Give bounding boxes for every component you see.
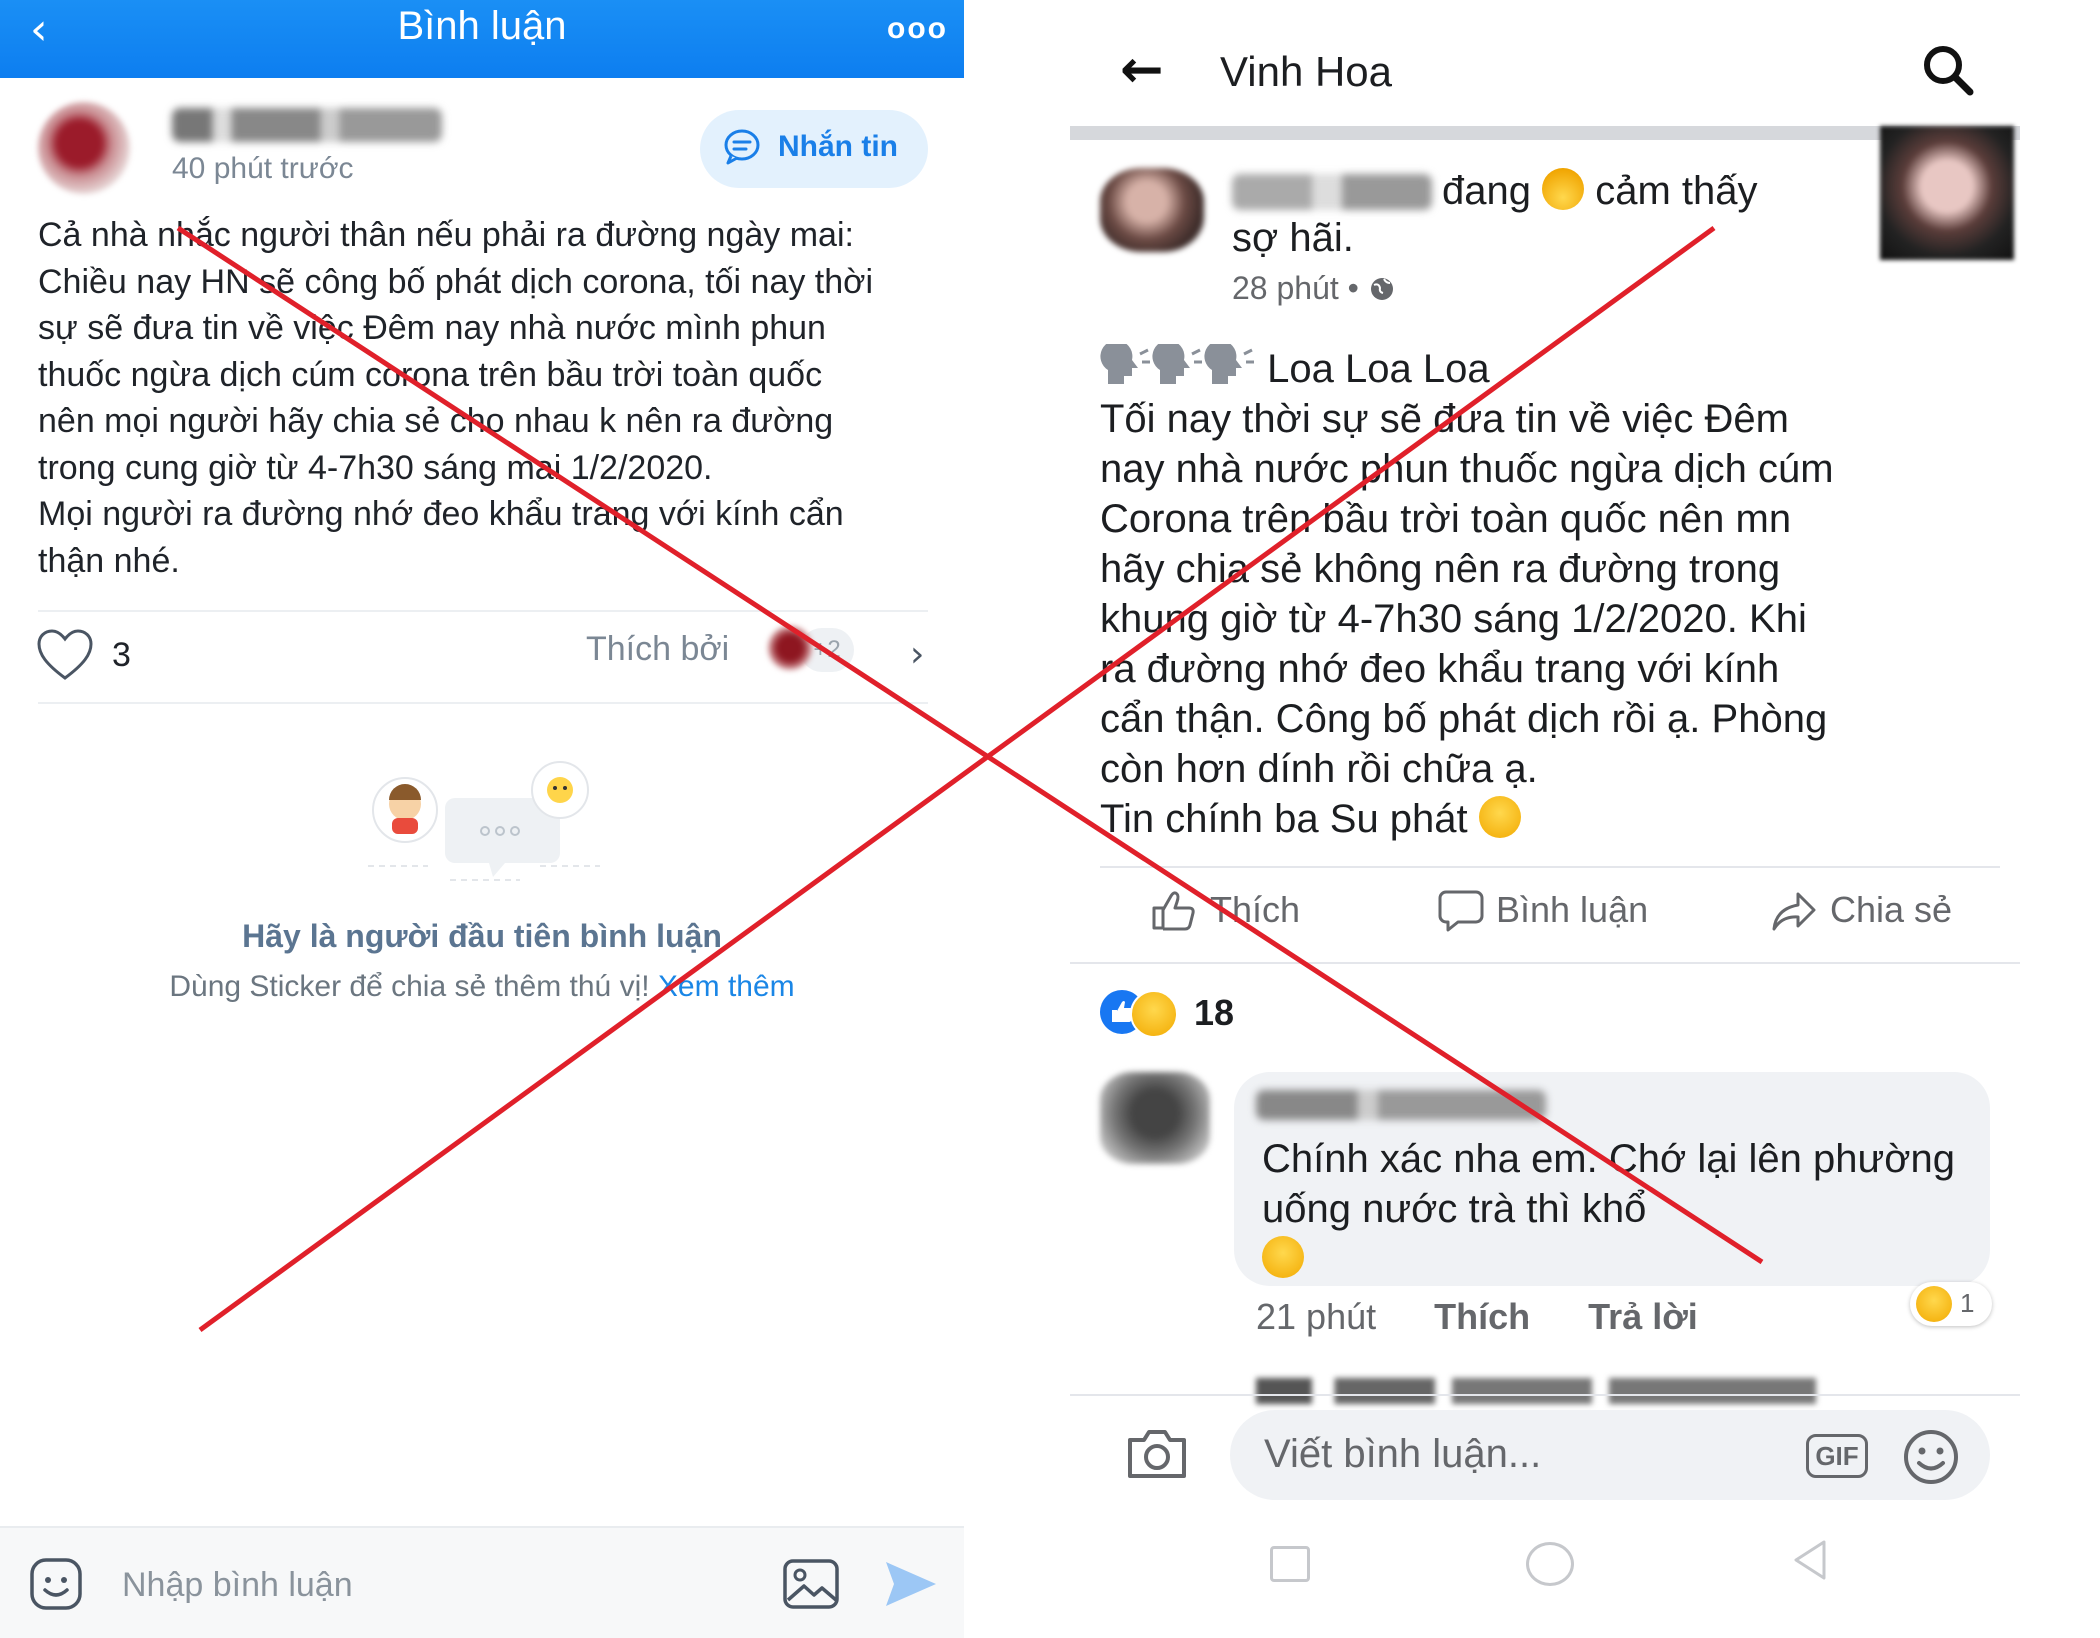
post-line: khung giờ từ 4-7h30 sáng 1/2/2020. Khi — [1100, 597, 1807, 641]
status-feeling: cảm thấy — [1595, 169, 1758, 213]
reaction-count: 18 — [1194, 992, 1235, 1033]
comment-button-label: Bình luận — [1496, 889, 1649, 930]
more-options-icon[interactable]: ooo — [887, 12, 948, 46]
comment-reaction-count: 1 — [1960, 1288, 1975, 1318]
nav-back-icon[interactable] — [1790, 1538, 1830, 1582]
empty-state-subtitle: Dùng Sticker để chia sẻ thêm thú vị! Xem… — [0, 970, 964, 1004]
recent-apps-icon[interactable] — [1270, 1546, 1310, 1582]
status-prefix: đang — [1442, 169, 1531, 213]
divider — [1070, 962, 2020, 964]
emoji-picker-icon[interactable] — [1902, 1428, 1960, 1486]
comment-like-link[interactable]: Thích — [1434, 1296, 1530, 1337]
comment-input[interactable]: Nhập bình luận — [122, 1566, 353, 1605]
post-line: Tin chính ba Su phát — [1100, 797, 1468, 841]
send-icon[interactable] — [882, 1558, 938, 1610]
sticker-icon[interactable] — [28, 1556, 84, 1612]
grinning-squint-emoji-icon — [1262, 1236, 1304, 1278]
post-body: Cả nhà nhắc người thân nếu phải ra đường… — [38, 216, 874, 580]
android-nav-bar — [1070, 1510, 2020, 1610]
comment-reply-link[interactable]: Trả lời — [1588, 1296, 1698, 1337]
comment-text-block: Chính xác nha em. Chớ lại lên phường uốn… — [1262, 1134, 1982, 1284]
globe-icon — [1370, 278, 1393, 300]
author-avatar[interactable] — [1100, 168, 1204, 252]
post-line: Tối nay thời sự sẽ đưa tin về việc Đêm — [1100, 397, 1789, 441]
profile-picture[interactable] — [1880, 126, 2014, 260]
comment-meta: 21 phút Thích Trả lời — [1256, 1296, 1746, 1338]
haha-reaction-icon — [1916, 1286, 1952, 1322]
comment-time: 21 phút — [1256, 1296, 1377, 1337]
message-button[interactable]: Nhắn tin — [700, 110, 928, 188]
home-icon[interactable] — [1526, 1542, 1574, 1586]
commenter-name-blurred[interactable] — [1256, 1090, 1546, 1120]
post-time: 40 phút trước — [172, 152, 354, 185]
header-divider — [1070, 126, 2020, 140]
gif-button[interactable]: GIF — [1806, 1434, 1868, 1478]
liker-avatar[interactable] — [768, 626, 812, 670]
heart-icon[interactable] — [36, 628, 94, 682]
message-button-label: Nhắn tin — [778, 130, 898, 163]
left-header-bar: ‹ Bình luận ooo — [0, 0, 964, 78]
left-screenshot-zalo: ‹ Bình luận ooo 40 phút trước Nhắn tin C… — [0, 0, 964, 1638]
speaking-head-icon — [1100, 344, 1150, 384]
post-line: hãy chia sẻ không nên ra đường trong — [1100, 547, 1781, 591]
divider — [38, 702, 928, 704]
commenter-avatar[interactable] — [1100, 1072, 1210, 1164]
comment-bubble: Chính xác nha em. Chớ lại lên phường uốn… — [1234, 1072, 1990, 1286]
feeling-value: sợ hãi. — [1232, 216, 1354, 260]
like-button[interactable]: Thích — [1150, 888, 1300, 932]
empty-comments-illustration — [368, 761, 600, 881]
image-icon[interactable] — [782, 1558, 840, 1610]
chat-bubble-icon — [724, 129, 760, 165]
like-button-label: Thích — [1210, 889, 1301, 930]
comment-composer: Nhập bình luận — [0, 1526, 964, 1638]
post-line: cẩn thận. Công bố phát dịch rồi ạ. Phòng — [1100, 697, 1828, 741]
post-line: còn hơn dính rồi chữa ạ. — [1100, 747, 1538, 791]
post-line: nay nhà nước phun thuốc ngừa dịch cúm — [1100, 447, 1834, 491]
liked-by-label[interactable]: Thích bởi — [586, 630, 729, 669]
post-time-text: 28 phút • — [1232, 270, 1359, 306]
post-line: ra đường nhớ đeo khẩu trang với kính — [1100, 647, 1780, 691]
author-name-blurred[interactable] — [172, 108, 442, 142]
thumbs-up-icon — [1152, 891, 1195, 931]
comment-input-placeholder: Viết bình luận... — [1264, 1432, 1542, 1476]
feeling-status: đang cảm thấy — [1442, 168, 1758, 214]
share-button-label: Chia sẻ — [1830, 889, 1953, 930]
author-name-blurred[interactable] — [1232, 174, 1432, 210]
divider — [38, 610, 928, 612]
comment-reaction-badge[interactable]: 1 — [1910, 1282, 1992, 1326]
like-count: 3 — [112, 636, 131, 674]
divider — [1100, 866, 2000, 868]
camera-icon[interactable] — [1124, 1426, 1190, 1482]
fearful-emoji-icon — [1542, 168, 1585, 210]
share-button[interactable]: Chia sẻ — [1770, 888, 1952, 932]
profile-title: Vinh Hoa — [1220, 48, 1393, 95]
post-body: Loa Loa Loa Tối nay thời sự sẽ đưa tin v… — [1100, 344, 2000, 844]
search-icon[interactable] — [1920, 42, 1976, 98]
speaking-head-icon — [1204, 344, 1254, 384]
empty-state-title: Hãy là người đầu tiên bình luận — [242, 918, 722, 954]
post-time: 28 phút • — [1232, 270, 1396, 307]
see-more-link[interactable]: Xem thêm — [658, 970, 795, 1003]
next-comment-cutoff — [1256, 1378, 1816, 1404]
speaking-head-icon — [1152, 344, 1202, 384]
back-arrow-icon[interactable]: ← — [1120, 44, 1164, 96]
post-last-line: Tin chính ba Su phát — [1100, 794, 2000, 844]
empty-state-subtitle-text: Dùng Sticker để chia sẻ thêm thú vị! — [169, 970, 650, 1003]
post-heading: Loa Loa Loa — [1267, 347, 1490, 391]
laughing-emoji-icon — [1478, 796, 1521, 838]
chevron-right-icon[interactable]: › — [910, 634, 924, 675]
comment-text: Chính xác nha em. Chớ lại lên phường uốn… — [1262, 1137, 1955, 1231]
divider — [1070, 1394, 2020, 1396]
post-heading-line: Loa Loa Loa — [1100, 344, 2000, 394]
page-title: Bình luận — [397, 4, 567, 48]
haha-reaction-icon — [1130, 990, 1178, 1038]
post-line: Corona trên bầu trời toàn quốc nên mn — [1100, 497, 1792, 541]
right-screenshot-facebook: ← Vinh Hoa đang cảm thấy sợ hãi. 28 phút… — [1070, 0, 2020, 1610]
comment-button[interactable]: Bình luận — [1438, 888, 1648, 932]
comment-input[interactable]: Viết bình luận... GIF — [1230, 1410, 1990, 1500]
share-arrow-icon — [1772, 892, 1816, 931]
comment-icon — [1438, 890, 1484, 932]
author-avatar[interactable] — [38, 102, 130, 194]
